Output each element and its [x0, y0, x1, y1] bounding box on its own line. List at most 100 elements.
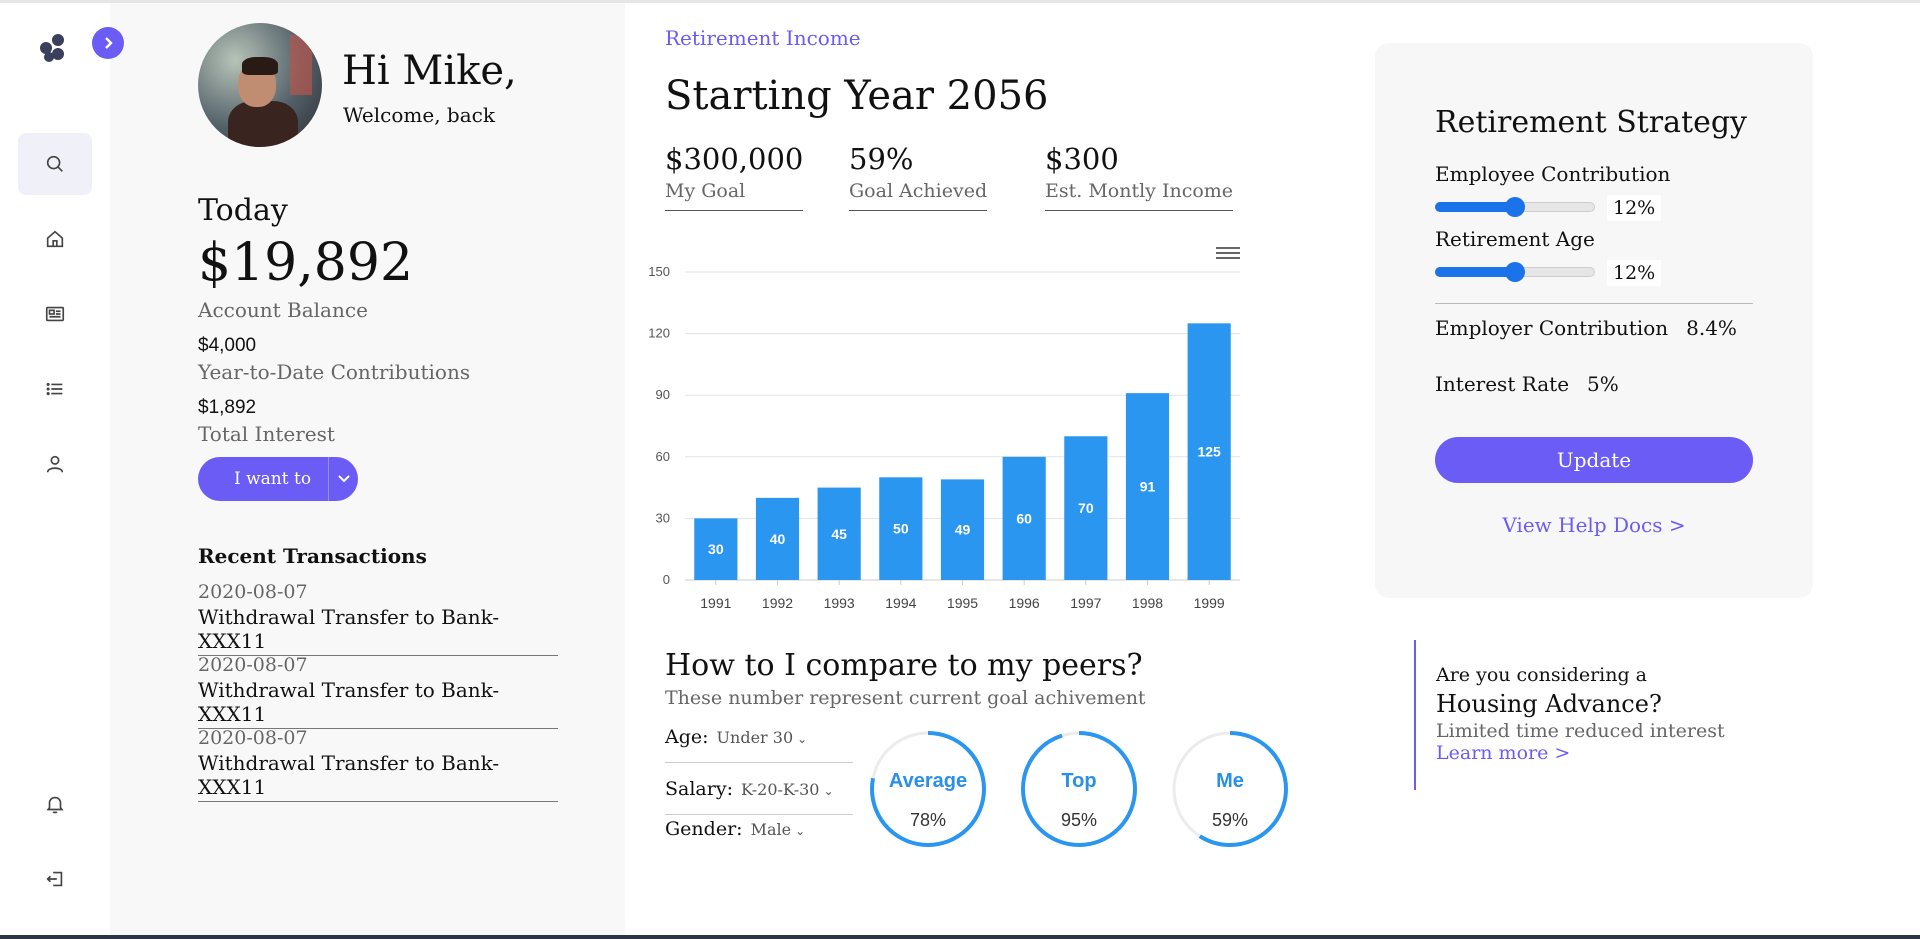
retirement-age-slider[interactable]: [1435, 262, 1595, 282]
ring-percent: 78%: [909, 810, 947, 830]
stat-value: $300: [1045, 142, 1119, 176]
stat-value: $300,000: [665, 142, 804, 176]
strategy-title: Retirement Strategy: [1435, 105, 1747, 140]
total-interest-label: Total Interest: [198, 422, 335, 446]
interest-rate-value: 5%: [1587, 372, 1619, 396]
learn-more-link[interactable]: Learn more >: [1436, 742, 1794, 764]
today-label: Today: [198, 193, 288, 228]
sidebar-item-logout[interactable]: [18, 848, 92, 910]
ring-percent: 59%: [1211, 810, 1249, 830]
age-filter[interactable]: Age: Under 30 ⌄: [665, 726, 853, 748]
sidebar: [0, 3, 110, 935]
x-tick-label: 1999: [1194, 595, 1225, 611]
peer-ring-average: Average 78%: [869, 730, 987, 848]
employee-contribution-slider[interactable]: [1435, 197, 1595, 217]
sidebar-item-notifications[interactable]: [18, 773, 92, 835]
bar-value-label: 30: [708, 541, 724, 557]
transaction-item[interactable]: 2020-08-07 Withdrawal Transfer to Bank-X…: [198, 654, 558, 729]
transaction-description: Withdrawal Transfer to Bank-XXX11: [198, 605, 558, 656]
filter-value: K-20-K-30: [740, 780, 820, 799]
stat-label: My Goal: [665, 179, 746, 202]
transaction-date: 2020-08-07: [198, 581, 308, 603]
transaction-item[interactable]: 2020-08-07 Withdrawal Transfer to Bank-X…: [198, 727, 558, 802]
bar-value-label: 70: [1078, 500, 1094, 516]
bottom-border: [0, 935, 1920, 939]
chevron-down-icon[interactable]: [328, 457, 358, 501]
peer-ring-me: Me 59%: [1171, 730, 1289, 848]
avatar[interactable]: [198, 23, 322, 147]
retirement-age-value[interactable]: 12%: [1607, 260, 1662, 286]
ytd-contributions-label: Year-to-Date Contributions: [198, 360, 471, 384]
sidebar-item-news[interactable]: [18, 283, 92, 345]
transaction-item[interactable]: 2020-08-07 Withdrawal Transfer to Bank-X…: [198, 581, 558, 656]
user-icon: [46, 455, 64, 473]
peers-title: How to I compare to my peers?: [665, 648, 1143, 683]
recent-transactions-title: Recent Transactions: [198, 544, 427, 568]
ring-percent: 95%: [1060, 810, 1098, 830]
ring-name: Top: [1061, 770, 1097, 792]
peers-subtitle: These number represent current goal achi…: [665, 687, 1146, 709]
breadcrumb[interactable]: Retirement Income: [665, 26, 861, 50]
x-tick-label: 1993: [824, 595, 855, 611]
stat-my-goal: $300,000 My Goal: [665, 142, 804, 211]
slider-thumb[interactable]: [1505, 197, 1525, 217]
bar-chart-svg: 0 30 60 90 120 150 30 1991 40 1992 45 1993 50 1994 49 1…: [648, 264, 1240, 611]
transaction-date: 2020-08-07: [198, 727, 308, 749]
salary-filter[interactable]: Salary: K-20-K-30 ⌄: [665, 778, 853, 800]
stat-value: 59%: [849, 142, 914, 176]
list-icon: [46, 382, 63, 396]
bar-value-label: 45: [831, 526, 847, 542]
employer-contribution-row: Employer Contribution 8.4%: [1435, 316, 1737, 340]
chevron-down-icon: ⌄: [797, 732, 808, 746]
total-interest-value: $1,892: [198, 397, 257, 418]
ring-name: Average: [888, 770, 968, 792]
interest-rate-row: Interest Rate 5%: [1435, 372, 1619, 396]
bar-value-label: 125: [1197, 444, 1221, 460]
update-button[interactable]: Update: [1435, 437, 1753, 483]
i-want-to-dropdown[interactable]: I want to: [198, 457, 358, 501]
promo-description: Limited time reduced interest: [1436, 720, 1725, 742]
newspaper-icon: [45, 306, 65, 322]
interest-rate-label: Interest Rate: [1435, 372, 1570, 396]
housing-advance-promo: Are you considering a Housing Advance? L…: [1414, 640, 1794, 790]
divider: [665, 814, 853, 815]
contributions-chart: 0 30 60 90 120 150 30 1991 40 1992 45 1993 50 1994 49 1…: [640, 232, 1250, 622]
transaction-description: Withdrawal Transfer to Bank-XXX11: [198, 678, 558, 729]
divider: [665, 762, 853, 763]
i-want-to-label: I want to: [234, 469, 312, 489]
app-logo-icon[interactable]: [40, 34, 68, 62]
y-tick-label: 90: [656, 387, 670, 402]
stat-goal-achieved: 59% Goal Achieved: [849, 142, 988, 211]
filter-value: Male: [750, 820, 792, 839]
view-help-docs-link[interactable]: View Help Docs >: [1435, 513, 1753, 537]
peer-ring-top: Top 95%: [1020, 730, 1138, 848]
y-tick-label: 0: [663, 572, 670, 587]
x-tick-label: 1992: [762, 595, 793, 611]
logout-icon: [46, 871, 63, 887]
y-tick-label: 30: [656, 510, 670, 525]
stat-label: Est. Montly Income: [1045, 179, 1234, 202]
expand-sidebar-button[interactable]: [92, 27, 124, 59]
chevron-down-icon: ⌄: [795, 824, 806, 838]
search-icon: [46, 155, 63, 172]
account-balance-label: Account Balance: [198, 298, 368, 322]
sidebar-item-profile[interactable]: [18, 433, 92, 495]
sidebar-item-search[interactable]: [18, 133, 92, 195]
x-tick-label: 1995: [947, 595, 978, 611]
sidebar-item-home[interactable]: [18, 208, 92, 270]
gender-filter[interactable]: Gender: Male ⌄: [665, 818, 853, 840]
retirement-strategy-panel: Retirement Strategy Employee Contributio…: [1375, 43, 1813, 598]
filter-label: Age:: [665, 726, 709, 748]
bar-value-label: 49: [955, 522, 971, 538]
sidebar-item-list[interactable]: [18, 358, 92, 420]
home-icon: [46, 230, 64, 248]
filter-label: Gender:: [665, 818, 743, 840]
slider-thumb[interactable]: [1505, 262, 1525, 282]
profile-panel: Hi Mike, Welcome, back Today $19,892 Acc…: [110, 3, 625, 935]
page-title: Starting Year 2056: [665, 73, 1049, 119]
bar-value-label: 50: [893, 521, 909, 537]
account-balance-value: $19,892: [198, 233, 414, 293]
bell-icon: [46, 796, 64, 814]
y-tick-label: 150: [648, 264, 670, 279]
employee-contribution-value[interactable]: 12%: [1607, 195, 1662, 221]
